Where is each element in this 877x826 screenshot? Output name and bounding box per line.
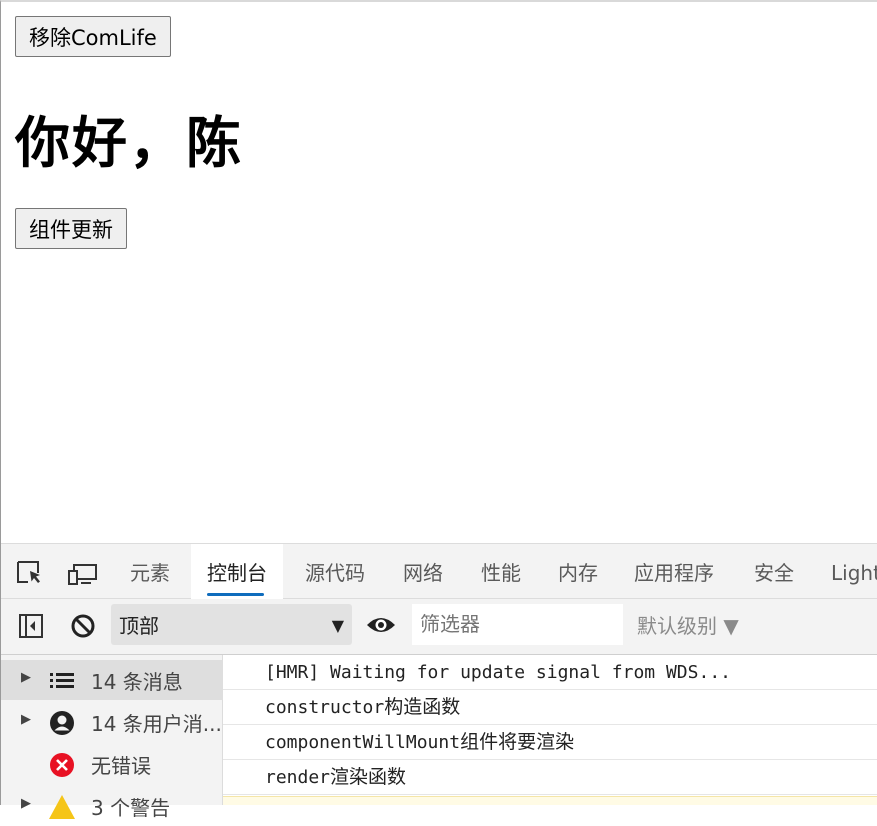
tab-memory[interactable]: 内存 bbox=[542, 544, 614, 599]
context-select-value: 顶部 bbox=[119, 614, 159, 638]
inspect-element-icon[interactable] bbox=[15, 558, 45, 588]
log-code: render bbox=[265, 767, 331, 788]
log-level-dropdown[interactable]: 默认级别 ▼ bbox=[637, 604, 739, 648]
user-icon bbox=[48, 709, 76, 737]
sidebar-item-errors[interactable]: 无错误 bbox=[1, 744, 223, 784]
tab-sources[interactable]: 源代码 bbox=[289, 544, 381, 599]
sidebar-toggle-icon[interactable] bbox=[17, 612, 45, 640]
sidebar-item-label: 14 条消息 bbox=[91, 670, 183, 694]
log-text: 渲染函数 bbox=[330, 766, 407, 788]
warning-log-row bbox=[223, 796, 877, 805]
filter-input[interactable] bbox=[412, 604, 623, 645]
log-row: render渲染函数 bbox=[223, 760, 877, 795]
eye-icon[interactable] bbox=[365, 610, 397, 640]
device-emulation-icon[interactable] bbox=[67, 558, 97, 588]
list-icon bbox=[48, 667, 76, 695]
log-text: 构造函数 bbox=[384, 696, 461, 718]
sidebar-item-label: 14 条用户消... bbox=[91, 712, 222, 736]
error-icon bbox=[48, 751, 76, 779]
console-sidebar: ▶ 14 条消息 ▶ 14 条用户消... 无错误 ▶ 3 个警告 bbox=[1, 655, 223, 820]
log-code: componentWillMount bbox=[265, 732, 461, 753]
tab-performance[interactable]: 性能 bbox=[465, 544, 537, 599]
sidebar-item-messages[interactable]: ▶ 14 条消息 bbox=[1, 660, 223, 700]
log-row: [HMR] Waiting for update signal from WDS… bbox=[223, 655, 877, 690]
tab-console[interactable]: 控制台 bbox=[191, 544, 283, 599]
tab-lighthouse[interactable]: Light bbox=[815, 544, 877, 599]
sidebar-item-label: 3 个警告 bbox=[91, 796, 171, 820]
warning-icon bbox=[48, 793, 76, 821]
clear-console-icon[interactable] bbox=[69, 612, 97, 640]
expand-arrow-icon[interactable]: ▶ bbox=[21, 670, 31, 685]
log-code: constructor bbox=[265, 697, 385, 718]
context-select[interactable]: 顶部 ▼ bbox=[111, 604, 352, 645]
component-update-button[interactable]: 组件更新 bbox=[15, 208, 127, 249]
console-toolbar: 顶部 ▼ 默认级别 ▼ bbox=[1, 599, 877, 655]
sidebar-item-user-messages[interactable]: ▶ 14 条用户消... bbox=[1, 702, 223, 742]
tab-security[interactable]: 安全 bbox=[738, 544, 810, 599]
sidebar-item-label: 无错误 bbox=[91, 754, 151, 778]
log-text: 组件将要渲染 bbox=[460, 731, 575, 753]
log-code: [HMR] Waiting for update signal from WDS… bbox=[265, 662, 731, 683]
expand-arrow-icon[interactable]: ▶ bbox=[21, 796, 31, 811]
page-viewport: 移除ComLife 你好，陈 组件更新 bbox=[0, 0, 877, 543]
tab-network[interactable]: 网络 bbox=[387, 544, 459, 599]
sidebar-item-warnings[interactable]: ▶ 3 个警告 bbox=[1, 786, 223, 826]
greeting-heading: 你好，陈 bbox=[15, 111, 244, 175]
devtools-panel: 元素 控制台 源代码 网络 性能 内存 应用程序 安全 Light 顶部 ▼ 默… bbox=[0, 543, 877, 820]
log-row: constructor构造函数 bbox=[223, 690, 877, 725]
console-log-area: [HMR] Waiting for update signal from WDS… bbox=[223, 655, 877, 805]
caret-down-icon: ▼ bbox=[331, 616, 344, 635]
remove-comlife-button[interactable]: 移除ComLife bbox=[15, 16, 171, 57]
tab-elements[interactable]: 元素 bbox=[114, 544, 186, 599]
devtools-tabbar: 元素 控制台 源代码 网络 性能 内存 应用程序 安全 Light bbox=[1, 543, 877, 599]
log-row: componentWillMount组件将要渲染 bbox=[223, 725, 877, 760]
tab-application[interactable]: 应用程序 bbox=[618, 544, 730, 599]
expand-arrow-icon[interactable]: ▶ bbox=[21, 712, 31, 727]
